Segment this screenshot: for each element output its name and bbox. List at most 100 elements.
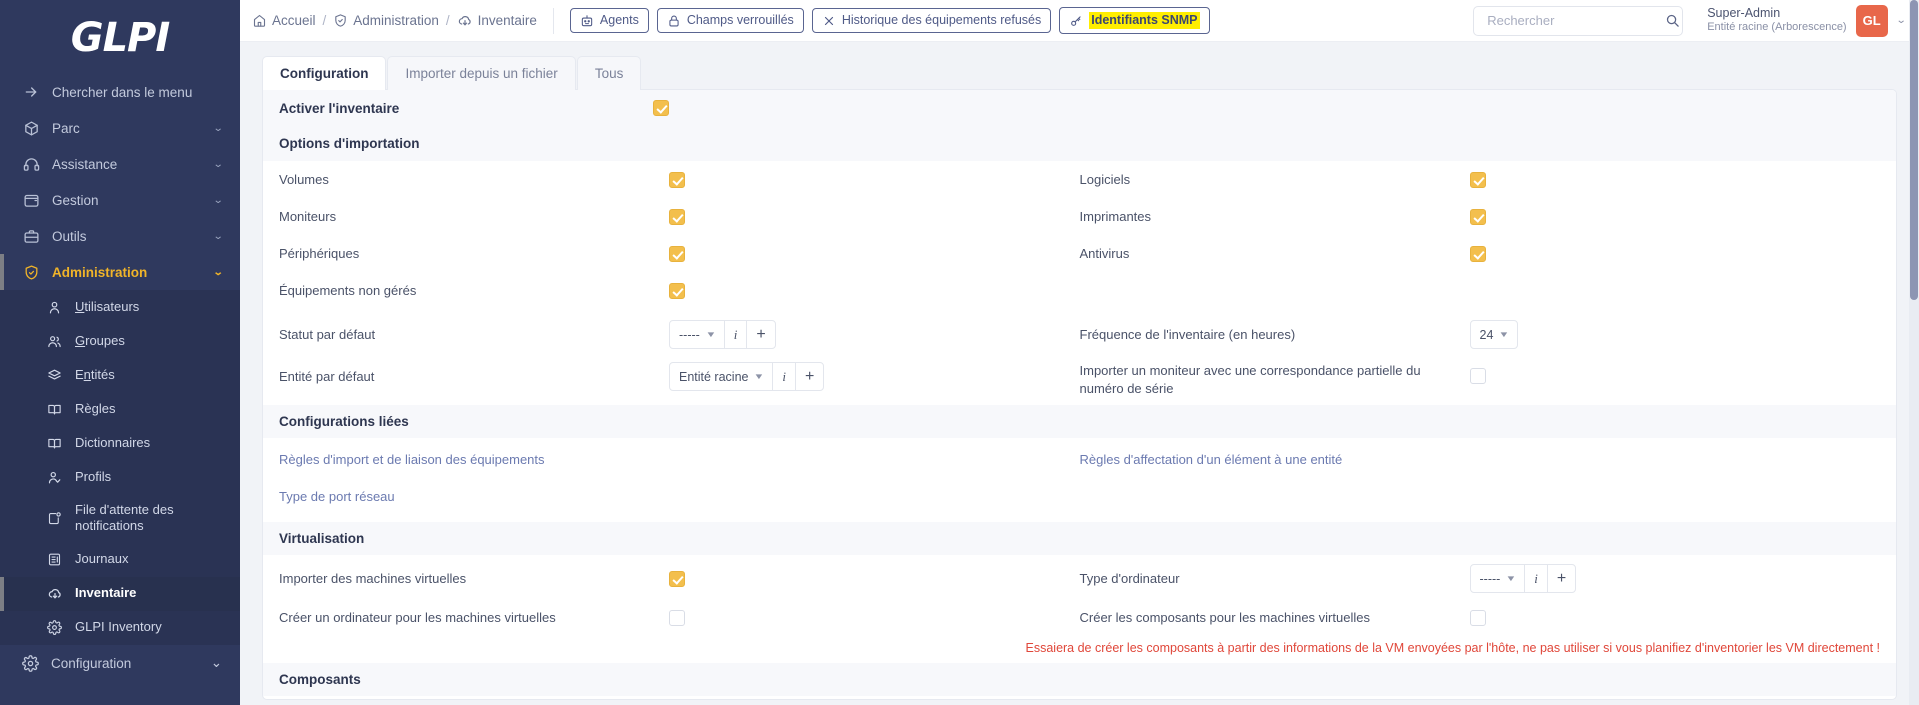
agents-button[interactable]: Agents [569, 8, 649, 33]
global-search[interactable] [1473, 5, 1684, 36]
sidebar-item-outils[interactable]: Outils ⌄ [0, 218, 240, 254]
sidebar-item-label: File d'attente des notifications [75, 502, 174, 534]
sidebar-item-entites[interactable]: Entités [0, 358, 240, 392]
field-label: Fréquence de l'inventaire (en heures) [1079, 326, 1296, 342]
sidebar-item-dictionnaires[interactable]: Dictionnaires [0, 426, 240, 460]
sidebar-item-label: Utilisateurs [75, 298, 140, 314]
imprimantes-checkbox[interactable] [1469, 208, 1486, 225]
chevron-down-icon: ⌄ [210, 655, 222, 670]
select-value: 24 [1479, 327, 1494, 342]
page-scrollbar[interactable] [1909, 0, 1919, 705]
creer-ordinateur-vm-checkbox[interactable] [669, 609, 685, 626]
sidebar-item-assistance[interactable]: Assistance ⌄ [0, 146, 240, 182]
field-creer-ordinateur-vm: Créer un ordinateur pour les machines vi… [279, 605, 1080, 630]
historique-equipements-refuses-button[interactable]: Historique des équipements refusés [811, 8, 1052, 33]
scrollbar-thumb[interactable] [1910, 0, 1918, 300]
type-ordinateur-add-button[interactable]: + [1546, 565, 1575, 593]
pill-label: Identifiants SNMP [1089, 12, 1200, 29]
avatar[interactable]: GL [1855, 4, 1888, 37]
search-input[interactable] [1485, 12, 1666, 29]
sidebar-item-inventaire[interactable]: Inventaire [0, 576, 240, 611]
breadcrumb-label: Accueil [272, 13, 316, 28]
top-bar: Accueil / Administration / Inventaire Ag… [240, 0, 1919, 42]
search-icon[interactable] [1665, 13, 1680, 28]
sidebar-item-configuration[interactable]: Configuration ⌄ [0, 645, 240, 682]
user-check-icon [46, 469, 63, 486]
type-ordinateur-select-group[interactable]: ----- ▼ i + [1469, 564, 1577, 594]
frequence-inventaire-select[interactable]: 24 ▼ [1469, 320, 1519, 349]
link-label[interactable]: Type de port réseau [279, 489, 395, 504]
sidebar-item-glpi-inventory[interactable]: GLPI Inventory [0, 611, 240, 645]
identifiants-snmp-button[interactable]: Identifiants SNMP [1059, 7, 1210, 34]
box-icon [22, 119, 40, 137]
book-icon [46, 401, 63, 418]
sidebar-item-label: GLPI Inventory [75, 619, 162, 635]
champs-verrouilles-button[interactable]: Champs verrouillés [656, 8, 804, 33]
link-regles-affectation: Règles d'affectation d'un élément à une … [1080, 447, 1881, 472]
user-menu[interactable]: Super-Admin Entité racine (Arborescence)… [1693, 4, 1906, 37]
link-label[interactable]: Règles d'affectation d'un élément à une … [1080, 452, 1343, 467]
type-ordinateur-info-button[interactable]: i [1524, 565, 1547, 593]
sidebar-item-search-menu[interactable]: Chercher dans le menu [0, 74, 240, 110]
activer-inventaire-checkbox[interactable] [653, 100, 669, 116]
antivirus-checkbox[interactable] [1469, 245, 1486, 262]
users-icon [46, 333, 63, 350]
sidebar-item-groupes[interactable]: Groupes [0, 324, 240, 358]
sidebar-item-gestion[interactable]: Gestion ⌄ [0, 182, 240, 218]
statut-add-button[interactable]: + [746, 321, 774, 348]
creer-composants-vm-checkbox[interactable] [1469, 609, 1486, 626]
field-label: Entité par défaut [279, 369, 375, 384]
field-value [669, 208, 1080, 225]
equipements-non-geres-checkbox[interactable] [669, 282, 685, 299]
field-label: Créer un ordinateur pour les machines vi… [279, 609, 556, 625]
pill-label: Agents [599, 13, 639, 27]
table-row: Type de port réseau [263, 478, 1896, 515]
entite-info-button[interactable]: i [772, 363, 795, 390]
sidebar-item-label: Assistance [52, 156, 118, 172]
sidebar-item-label: Profils [75, 468, 112, 484]
field-value [1469, 609, 1881, 626]
correspondance-partielle-checkbox[interactable] [1469, 368, 1486, 384]
tab-tous[interactable]: Tous [576, 56, 642, 90]
sidebar-item-profils[interactable]: Profils [0, 460, 240, 494]
sidebar-item-utilisateurs[interactable]: Utilisateurs [0, 290, 240, 324]
peripheriques-checkbox[interactable] [669, 245, 685, 262]
chevron-down-icon[interactable]: ⌄ [1895, 15, 1906, 26]
field-value: Entité racine ▼ i + [669, 362, 1080, 391]
sidebar-item-file-attente-notifications[interactable]: File d'attente des notifications [0, 494, 240, 543]
breadcrumb-item-administration[interactable]: Administration [333, 13, 439, 28]
volumes-checkbox[interactable] [669, 171, 685, 188]
field-label: Importer des machines virtuelles [279, 570, 467, 586]
moniteurs-checkbox[interactable] [669, 208, 685, 225]
field-logiciels: Logiciels [1080, 167, 1881, 192]
importer-vm-checkbox[interactable] [669, 570, 685, 587]
sidebar-item-label: Chercher dans le menu [52, 84, 193, 100]
breadcrumb-item-inventaire[interactable]: Inventaire [457, 13, 537, 29]
statut-info-button[interactable]: i [723, 321, 747, 348]
field-moniteurs: Moniteurs [279, 204, 1080, 229]
section-virtualisation: Virtualisation [263, 522, 1896, 556]
entite-par-defaut-select-group[interactable]: Entité racine ▼ i + [669, 362, 825, 391]
tab-importer-depuis-un-fichier[interactable]: Importer depuis un fichier [387, 56, 576, 90]
sidebar-item-parc[interactable]: Parc ⌄ [0, 110, 240, 146]
link-label[interactable]: Règles d'import et de liaison des équipe… [279, 452, 545, 467]
breadcrumb-item-accueil[interactable]: Accueil [252, 13, 316, 28]
sidebar-item-administration[interactable]: Administration ⌄ [0, 254, 240, 290]
sidebar-item-journaux[interactable]: Journaux [0, 543, 240, 577]
select-value: Entité racine [679, 369, 749, 384]
sidebar-item-label: Dictionnaires [75, 434, 151, 450]
logiciels-checkbox[interactable] [1469, 171, 1486, 188]
field-type-ordinateur: Type d'ordinateur ----- ▼ i + [1080, 564, 1881, 594]
type-ordinateur-select[interactable]: ----- ▼ [1471, 565, 1525, 592]
sidebar: GLPI Chercher dans le menu Parc ⌄ Assist… [0, 0, 240, 705]
statut-par-defaut-select[interactable]: ----- ▼ [670, 321, 724, 348]
statut-par-defaut-select-group[interactable]: ----- ▼ i + [669, 320, 776, 349]
tab-configuration[interactable]: Configuration [262, 56, 387, 90]
field-frequence-inventaire: Fréquence de l'inventaire (en heures) 24… [1080, 320, 1881, 349]
chevron-down-icon: ▼ [1498, 330, 1510, 339]
app-logo[interactable]: GLPI [0, 0, 240, 72]
entite-par-defaut-select[interactable]: Entité racine ▼ [670, 363, 772, 390]
sidebar-item-regles[interactable]: Règles [0, 392, 240, 426]
entite-add-button[interactable]: + [795, 363, 823, 390]
sidebar-item-label: Groupes [75, 332, 125, 348]
